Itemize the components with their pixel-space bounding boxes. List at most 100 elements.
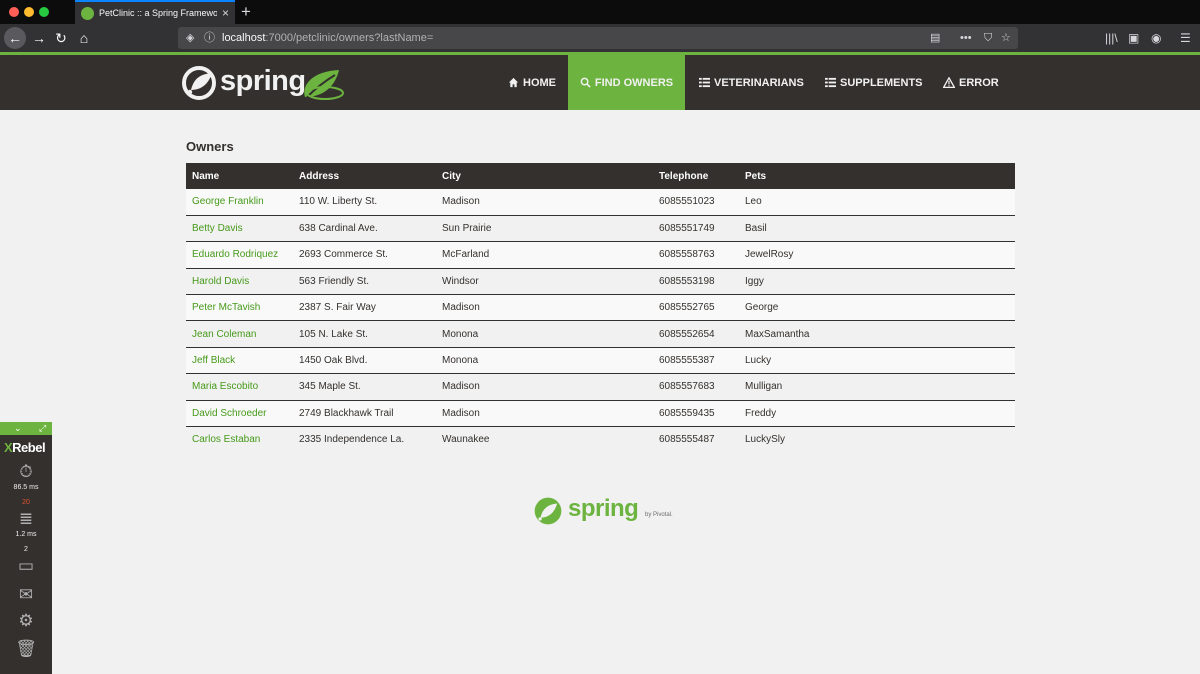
gear-icon[interactable]: ⚙ <box>0 612 52 630</box>
nav-find-owners[interactable]: FIND OWNERS <box>568 55 685 110</box>
nav-home-label: HOME <box>523 76 556 89</box>
owner-city: McFarland <box>436 241 653 269</box>
nav-home[interactable]: HOME <box>508 55 566 110</box>
table-row: Betty Davis 638 Cardinal Ave. Sun Prairi… <box>186 215 1015 243</box>
browser-tab[interactable]: PetClinic :: a Spring Framework × <box>75 0 235 24</box>
nav-veterinarians[interactable]: VETERINARIANS <box>699 55 809 110</box>
owner-name-link[interactable]: Jean Coleman <box>186 320 293 348</box>
nav-veterinarians-label: VETERINARIANS <box>714 76 804 89</box>
account-icon[interactable]: ◉ <box>1151 28 1161 48</box>
envelope-icon[interactable]: ✉ <box>0 586 52 604</box>
spring-favicon-icon <box>81 6 94 20</box>
reload-button[interactable]: ↻ <box>51 28 71 48</box>
minimize-window-button[interactable] <box>24 7 34 17</box>
owner-name-link[interactable]: Eduardo Rodriquez <box>186 241 293 269</box>
reader-view-icon[interactable]: ▤ <box>930 27 940 49</box>
db-query-count: 20 <box>22 499 30 506</box>
stopwatch-icon[interactable]: ⏱ <box>0 463 52 481</box>
xrebel-logo-x: X <box>4 440 13 455</box>
close-icon[interactable]: × <box>222 7 229 19</box>
owner-city: Madison <box>436 373 653 401</box>
owner-pets: Mulligan <box>739 373 1015 401</box>
owner-pets: Basil <box>739 215 1015 243</box>
back-button[interactable]: ← <box>4 27 26 49</box>
spring-logo[interactable]: spring <box>182 63 347 103</box>
home-icon <box>508 77 519 88</box>
db-time-value: 1.2 ms <box>15 531 37 538</box>
spring-leaf-icon <box>182 66 216 100</box>
owner-telephone: 6085559435 <box>653 400 739 428</box>
footer-brand-wordmark: spring <box>568 495 639 522</box>
owner-address: 105 N. Lake St. <box>293 320 436 348</box>
sidebar-icon[interactable]: ▣ <box>1128 28 1139 48</box>
xrebel-panel: ⌄ ⤢ XRebel ⏱ 86.5 ms 20 ≣ 1.2 ms 2 ▭ ✉ ⚙… <box>0 422 52 674</box>
owner-name-link[interactable]: David Schroeder <box>186 400 293 428</box>
list-icon <box>825 77 836 88</box>
info-icon[interactable]: ⓘ <box>204 27 215 49</box>
owner-name-link[interactable]: Jeff Black <box>186 347 293 375</box>
bookmark-star-icon[interactable]: ☆ <box>1001 27 1011 49</box>
table-row: Eduardo Rodriquez 2693 Commerce St. McFa… <box>186 241 1015 269</box>
trash-icon[interactable]: 🗑 <box>0 640 52 658</box>
expand-icon[interactable]: ⤢ <box>39 422 46 435</box>
owner-address: 2693 Commerce St. <box>293 241 436 269</box>
owner-name-link[interactable]: Peter McTavish <box>186 294 293 322</box>
owner-address: 638 Cardinal Ave. <box>293 215 436 243</box>
menu-icon[interactable]: ☰ <box>1180 28 1191 48</box>
xrebel-logo-text: Rebel <box>12 440 46 455</box>
table-row: Carlos Estaban 2335 Independence La. Wau… <box>186 426 1015 453</box>
new-tab-button[interactable]: + <box>241 2 251 22</box>
owner-telephone: 6085555387 <box>653 347 739 375</box>
more-actions-icon[interactable]: ••• <box>960 27 972 49</box>
owner-telephone: 6085551023 <box>653 189 739 216</box>
owner-city: Madison <box>436 189 653 216</box>
owner-telephone: 6085551749 <box>653 215 739 243</box>
shield-icon[interactable]: ◈ <box>186 27 194 49</box>
nav-supplements[interactable]: SUPPLEMENTS <box>825 55 925 110</box>
spring-boot-leaf-icon <box>304 70 344 100</box>
home-button[interactable]: ⌂ <box>74 28 94 48</box>
collapse-chevron-icon[interactable]: ⌄ <box>14 422 22 435</box>
owner-pets: Lucky <box>739 347 1015 375</box>
brand-wordmark: spring <box>220 65 306 97</box>
owner-city: Waunakee <box>436 426 653 453</box>
column-header-address: Address <box>293 163 436 189</box>
monitor-icon[interactable]: ▭ <box>0 557 52 575</box>
owner-city: Monona <box>436 347 653 375</box>
owner-name-link[interactable]: Betty Davis <box>186 215 293 243</box>
pocket-icon[interactable]: ⛉ <box>984 27 992 49</box>
warning-icon <box>943 77 955 88</box>
table-row: David Schroeder 2749 Blackhawk Trail Mad… <box>186 400 1015 428</box>
zoom-window-button[interactable] <box>39 7 49 17</box>
owner-name-link[interactable]: George Franklin <box>186 189 293 216</box>
page-title: Owners <box>186 139 234 154</box>
column-header-pets: Pets <box>739 163 1015 189</box>
url-path: :7000/petclinic/owners?lastName= <box>265 32 434 44</box>
table-row: Jean Coleman 105 N. Lake St. Monona 6085… <box>186 320 1015 348</box>
url-host: localhost <box>222 32 266 44</box>
owner-pets: JewelRosy <box>739 241 1015 269</box>
screen-count: 2 <box>24 546 28 553</box>
close-window-button[interactable] <box>9 7 19 17</box>
footer-spring-logo: spring by Pivotal. <box>533 495 678 529</box>
spring-leaf-icon <box>534 497 562 525</box>
owner-name-link[interactable]: Maria Escobito <box>186 373 293 401</box>
column-header-name: Name <box>186 163 293 189</box>
owner-name-link[interactable]: Harold Davis <box>186 268 293 296</box>
owner-address: 563 Friendly St. <box>293 268 436 296</box>
list-icon <box>699 77 710 88</box>
table-header-row: Name Address City Telephone Pets <box>186 163 1015 189</box>
owner-name-link[interactable]: Carlos Estaban <box>186 426 293 453</box>
owner-telephone: 6085558763 <box>653 241 739 269</box>
search-icon <box>580 77 591 88</box>
owners-table: Name Address City Telephone Pets George … <box>186 163 1015 453</box>
library-icon[interactable]: |||\ <box>1105 28 1118 48</box>
database-icon[interactable]: ≣ <box>0 510 52 528</box>
column-header-city: City <box>436 163 653 189</box>
forward-button[interactable]: → <box>29 28 49 48</box>
owner-address: 2335 Independence La. <box>293 426 436 453</box>
nav-error[interactable]: ERROR <box>943 55 1003 110</box>
address-bar[interactable]: ◈ ⓘ localhost:7000/petclinic/owners?last… <box>178 27 1018 49</box>
xrebel-logo: XRebel <box>4 440 46 455</box>
nav-error-label: ERROR <box>959 76 999 89</box>
